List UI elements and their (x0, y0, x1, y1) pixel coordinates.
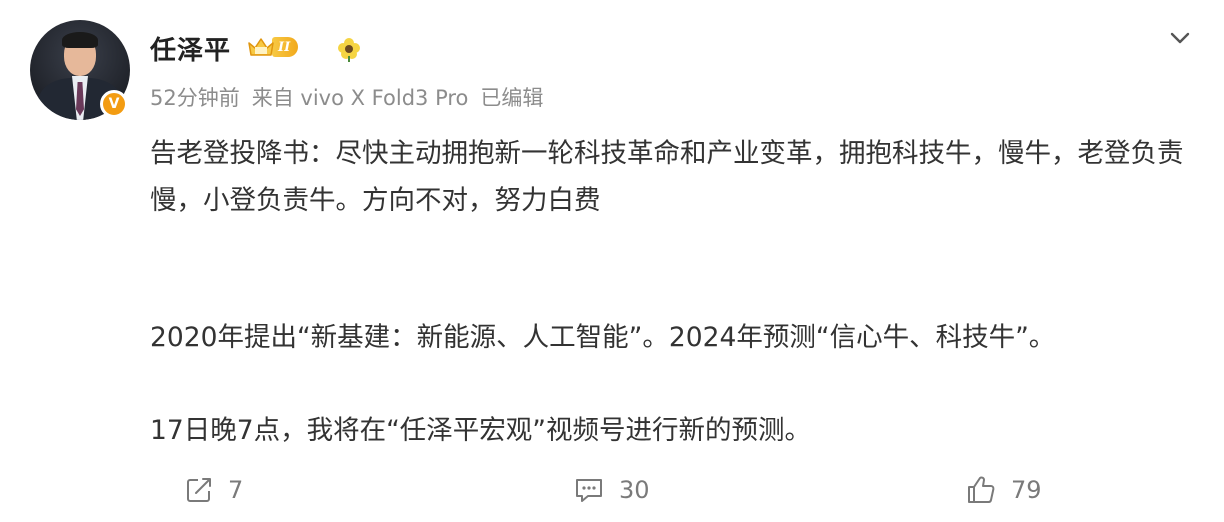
chevron-down-icon[interactable] (1166, 24, 1194, 52)
repost-icon (187, 478, 211, 502)
thumbs-up-icon (968, 476, 995, 503)
crown-icon (246, 35, 276, 59)
repost-count: 7 (228, 476, 244, 504)
flower-icon (336, 36, 362, 62)
verified-badge: V (100, 90, 128, 118)
vip-badge[interactable]: II (246, 34, 299, 60)
avatar[interactable]: V (30, 20, 130, 120)
comment-count: 30 (619, 476, 650, 504)
post-text-paragraph-2: 2020年提出“新基建：新能源、人工智能”。2024年预测“信心牛、科技牛”。 (150, 322, 1056, 353)
comment-icon (576, 479, 602, 502)
author-name[interactable]: 任泽平 (150, 30, 231, 67)
post-time[interactable]: 52分钟前 (150, 86, 240, 110)
post-text-paragraph-1: 告老登投降书：尽快主动拥抱新一轮科技革命和产业变革，拥抱科技牛，慢牛，老登负责慢… (150, 138, 1184, 216)
post-meta: 52分钟前 来自 vivo X Fold3 Pro 已编辑 (150, 82, 555, 112)
comment-button[interactable]: 30 (573, 470, 650, 510)
like-button[interactable]: 79 (965, 470, 1042, 510)
post-source: 来自 vivo X Fold3 Pro (251, 86, 469, 110)
like-count: 79 (1011, 476, 1042, 504)
weibo-post-card: V 任泽平 II 52分钟前 来自 vivo X Fold3 Pro 已编辑 告… (0, 0, 1224, 522)
repost-button[interactable]: 7 (184, 470, 243, 510)
post-text-paragraph-3: 17日晚7点，我将在“任泽平宏观”视频号进行新的预测。 (150, 415, 812, 446)
edited-label[interactable]: 已编辑 (480, 86, 543, 110)
